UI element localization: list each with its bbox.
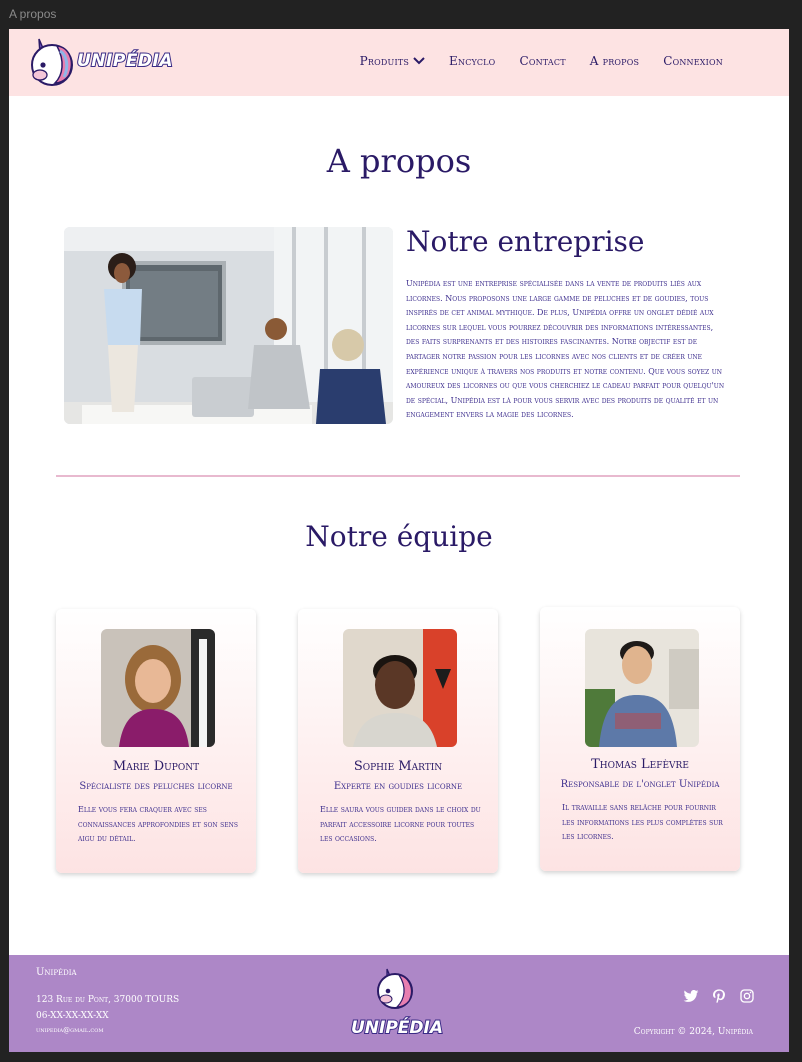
footer-address: 123 Rue du Pont, 37000 TOURS: [36, 995, 180, 1005]
nav-item-label: Produits: [359, 54, 410, 68]
nav-item-connexion[interactable]: Connexion: [663, 54, 723, 68]
member-photo: [101, 629, 215, 747]
footer-phone: 06-XX-XX-XX-XX: [36, 1011, 109, 1021]
member-name: Marie Dupont: [112, 759, 200, 774]
member-description: Elle vous fera craquer avec ses connaiss…: [78, 805, 239, 843]
about-description: Unipédia est une entreprise spécialisée …: [406, 279, 725, 420]
site-footer: Unipédia 123 Rue du Pont, 37000 TOURS 06…: [9, 955, 789, 1052]
team-card: Thomas Lefèvre Responsable de l'onglet U…: [540, 607, 740, 871]
team-card: Marie Dupont Spécialiste des peluches li…: [56, 609, 256, 873]
member-description: Elle saura vous guider dans le choix du …: [320, 805, 481, 843]
member-photo: [343, 629, 457, 747]
footer-brand: Unipédia: [36, 967, 77, 978]
nav-item-contact[interactable]: Contact: [519, 54, 565, 68]
member-role: Spécialiste des peluches licorne: [79, 781, 233, 792]
member-name: Sophie Martin: [353, 759, 443, 774]
nav-item-a-propos[interactable]: A propos: [590, 54, 639, 68]
footer-logo[interactable]: UNIPÉDIA: [349, 967, 445, 1041]
company-photo: [64, 227, 393, 424]
footer-email[interactable]: unipedia@gmail.com: [36, 1026, 103, 1034]
chevron-down-icon: [413, 57, 425, 65]
member-role: Responsable de l'onglet Unipédia: [560, 779, 720, 790]
logo[interactable]: UNIPÉDIA: [29, 35, 174, 87]
instagram-icon[interactable]: [739, 988, 755, 1004]
member-role: Experte en goudies licorne: [333, 781, 463, 792]
brand-name: UNIPÉDIA: [76, 50, 174, 72]
window-title: A propos: [9, 7, 57, 21]
member-name: Thomas Lefèvre: [591, 757, 689, 772]
footer-copyright: Copyright © 2024, Unipédia: [633, 1027, 753, 1037]
footer-brand-name: UNIPÉDIA: [351, 1016, 443, 1038]
member-photo: [585, 629, 699, 747]
page-title: A propos: [326, 142, 472, 180]
unicorn-logo-icon: UNIPÉDIA: [350, 968, 444, 1039]
site-header: UNIPÉDIA Produits Encyclo Contact A prop…: [9, 29, 789, 96]
section-divider: [56, 475, 740, 477]
twitter-icon[interactable]: [683, 988, 699, 1004]
main-nav: Produits Encyclo Contact A propos Connex…: [360, 54, 723, 68]
unicorn-logo-icon: [31, 38, 73, 86]
page: UNIPÉDIA Produits Encyclo Contact A prop…: [9, 29, 789, 1052]
nav-item-encyclo[interactable]: Encyclo: [449, 54, 495, 68]
pinterest-icon[interactable]: [711, 988, 727, 1004]
about-title: Notre entreprise: [406, 225, 645, 258]
team-title: Notre équipe: [305, 520, 493, 553]
member-description: Il travaille sans relâche pour fournir l…: [562, 803, 723, 841]
nav-item-produits[interactable]: Produits: [360, 54, 425, 68]
social-links: [683, 988, 755, 1004]
team-card: Sophie Martin Experte en goudies licorne…: [298, 609, 498, 873]
